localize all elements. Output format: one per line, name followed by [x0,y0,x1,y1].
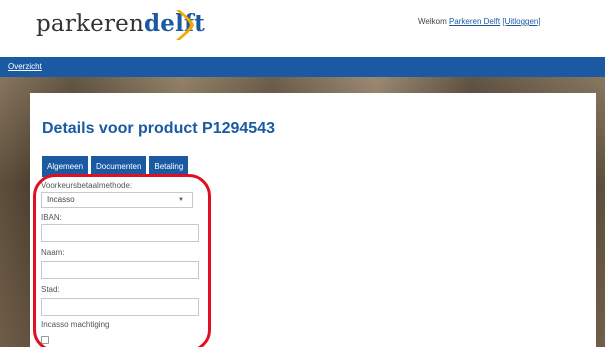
iban-input[interactable] [41,224,199,242]
tab-betaling[interactable]: Betaling [149,156,189,177]
page-title: Details voor product P1294543 [42,120,275,137]
user-link[interactable]: Parkeren Delft [449,17,500,26]
payment-form: Voorkeursbetaalmethode: Incasso ▼ IBAN: … [41,180,201,344]
name-label: Naam: [41,248,65,257]
payment-method-value: Incasso [47,195,75,204]
logout-link[interactable]: [Uitloggen] [502,17,540,26]
city-label: Stad: [41,285,60,294]
mandate-label: Incasso machtiging [41,320,110,329]
nav-overview-link[interactable]: Overzicht [8,62,42,71]
mandate-checkbox[interactable] [41,336,49,344]
iban-label: IBAN: [41,213,62,222]
logo-text-parkeren: parkeren [36,11,144,37]
payment-method-select[interactable]: Incasso ▼ [41,192,193,208]
chevron-down-icon: ▼ [178,197,184,203]
header: parkerendelft Welkom Parkeren Delft [Uit… [0,0,605,56]
tab-documenten[interactable]: Documenten [91,156,147,177]
welcome-text: Welkom Parkeren Delft [Uitloggen] [418,17,541,26]
nav-bar: Overzicht [0,57,605,77]
city-input[interactable] [41,298,199,316]
page: parkerendelft Welkom Parkeren Delft [Uit… [0,0,605,347]
logo-chevron-icon [176,10,194,40]
name-input[interactable] [41,261,199,279]
tab-bar: Algemeen Documenten Betaling [42,156,189,177]
welcome-prefix: Welkom [418,17,449,26]
tab-algemeen[interactable]: Algemeen [42,156,89,177]
payment-method-label: Voorkeursbetaalmethode: [41,181,133,190]
